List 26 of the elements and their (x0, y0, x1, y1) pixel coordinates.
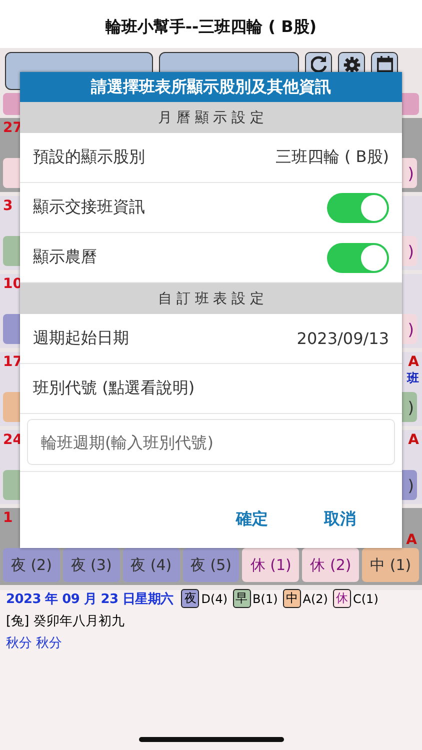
app-title: 輪班小幫手--三班四輪 ( B股) (0, 0, 422, 48)
solar-term: 秋分 秋分 (6, 635, 64, 652)
shift-note: A (408, 432, 419, 448)
day-number: 27 (3, 120, 22, 136)
shift-note: A (406, 532, 417, 548)
shift-count: A(2) (302, 592, 328, 606)
lunar-date: [兔] 癸卯年八月初九 (6, 613, 126, 630)
shift-note: 班 (407, 370, 419, 386)
day-number: 1 (3, 510, 13, 526)
shift-note: A (408, 354, 419, 370)
shift-tag: 早 (232, 589, 251, 608)
shift-tag: 夜 (181, 589, 200, 608)
shift-tag: 休 (333, 589, 351, 608)
selected-date: 2023 年 09 月 23 日星期六 (6, 590, 174, 608)
setting-label: 顯示交接班資訊 (33, 197, 145, 218)
section-header: 自 訂 班 表 設 定 (20, 283, 402, 314)
shift-count: D(4) (201, 592, 228, 606)
setting-label: 顯示農曆 (33, 247, 97, 268)
setting-label: 預設的顯示股別 (33, 147, 145, 168)
section-header: 月 曆 顯 示 設 定 (20, 102, 402, 133)
shift-count: B(1) (252, 592, 278, 606)
day-number: 3 (3, 198, 13, 214)
setting-label: 週期起始日期 (33, 328, 129, 349)
shift-tag: 中 (282, 589, 301, 608)
shift-count: C(1) (353, 592, 378, 606)
dialog-title: 請選擇班表所顯示股別及其他資訊 (20, 72, 402, 102)
